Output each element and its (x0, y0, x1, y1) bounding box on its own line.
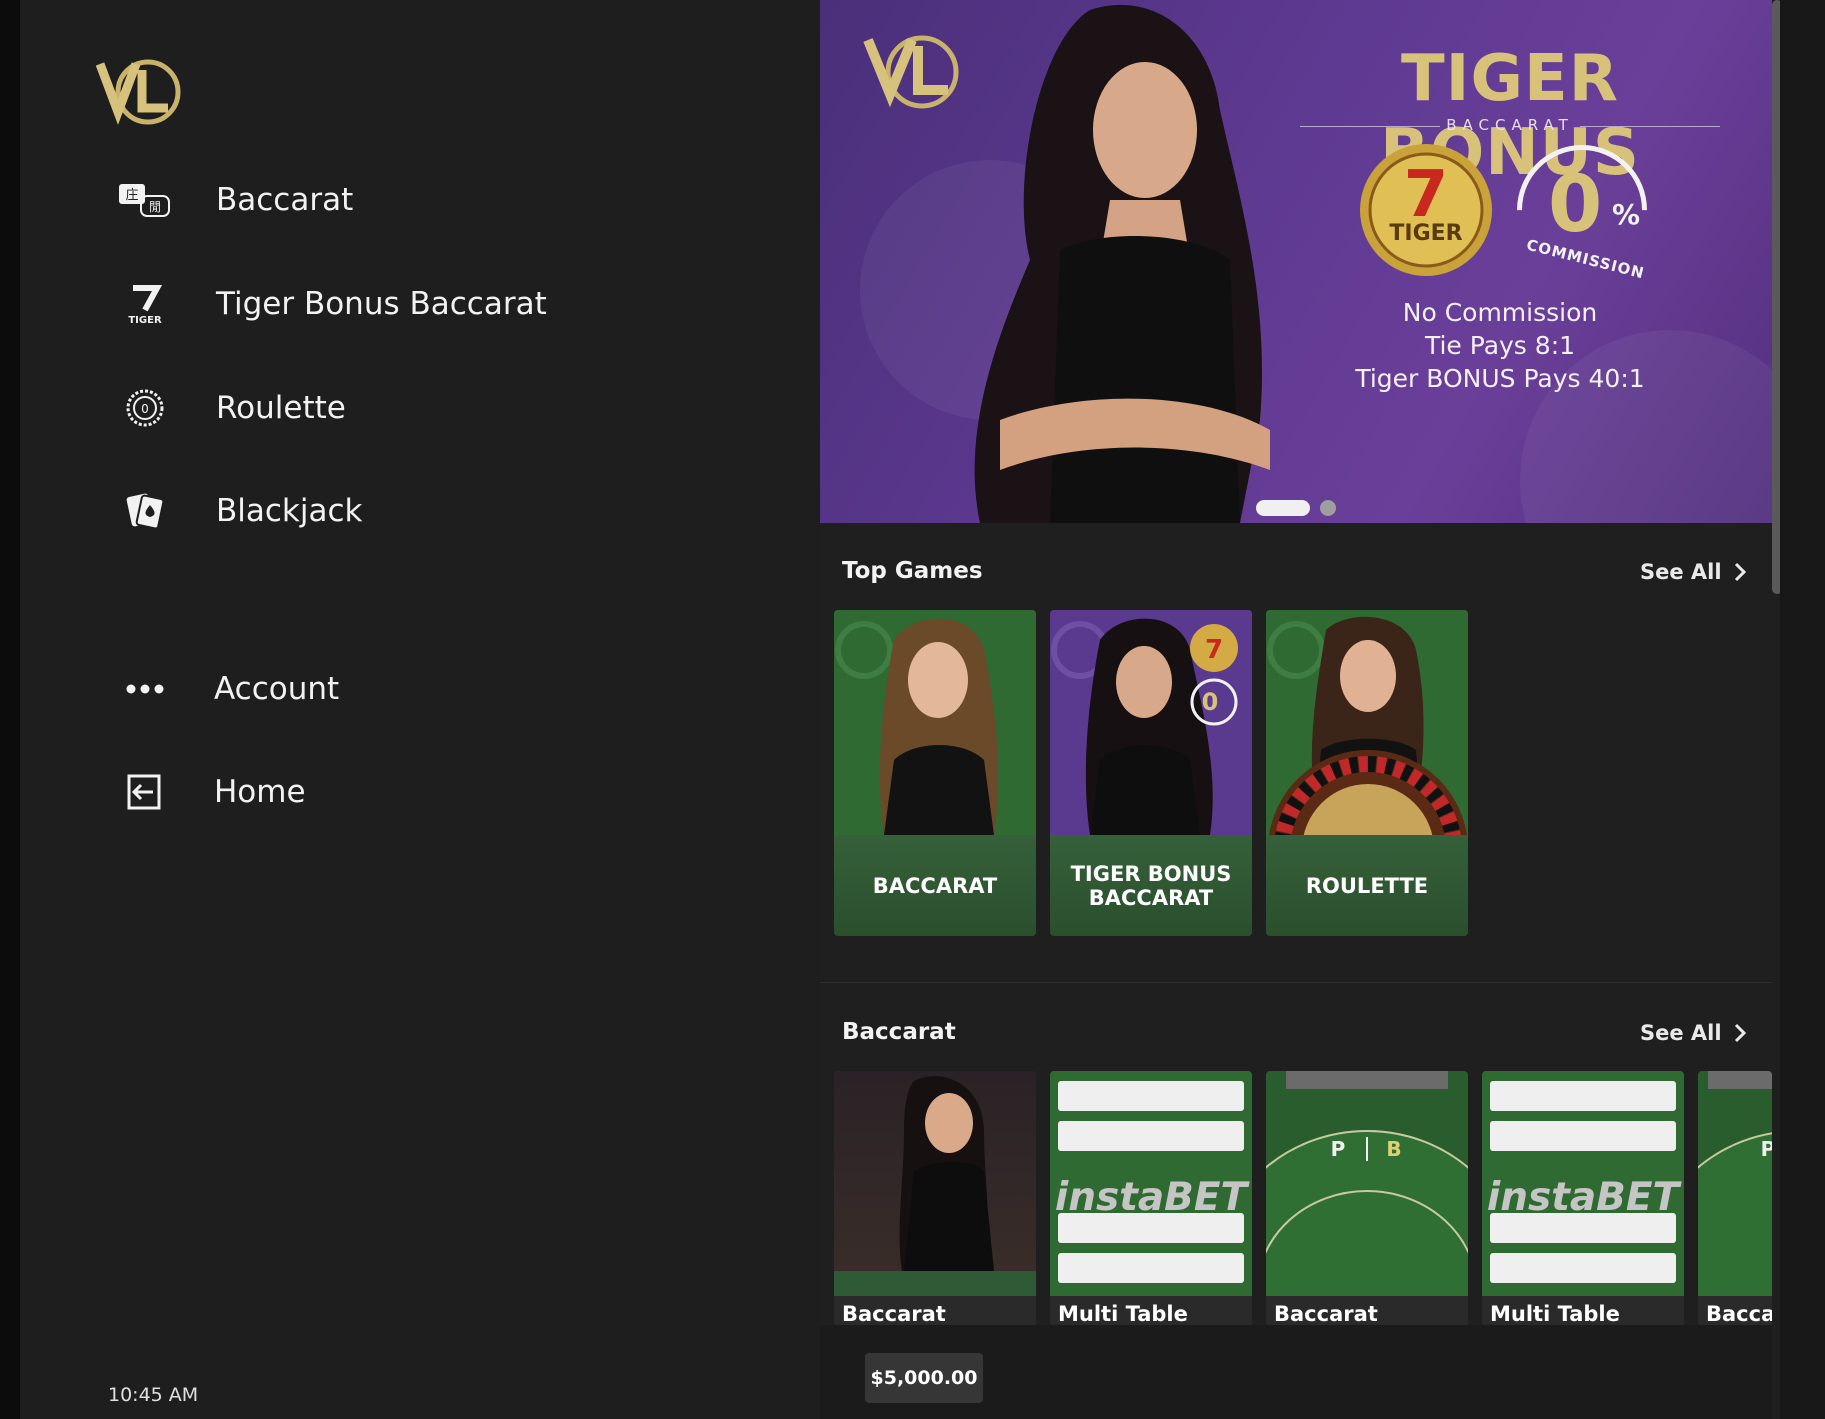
sidebar-item-label: Home (214, 774, 306, 810)
instabet-overlay: instaBET (1054, 1175, 1248, 1220)
baccarat-icon: 庄 閒 (110, 170, 180, 230)
svg-text:庄: 庄 (125, 187, 138, 203)
baccarat-card[interactable]: Baccarat (834, 1071, 1036, 1326)
dealer-image (974, 4, 1270, 523)
instabet-overlay: instaBET (1486, 1175, 1680, 1220)
baccarat-card[interactable]: P B Baccarat (1266, 1071, 1468, 1326)
card-image (1266, 610, 1468, 835)
card-label: Baccar (1706, 1302, 1772, 1326)
card-image (834, 1071, 1036, 1296)
multi-table-card[interactable]: instaBET Multi Table (1482, 1071, 1684, 1326)
road-strip (1058, 1121, 1244, 1151)
chevron-right-icon (1734, 1023, 1746, 1043)
sidebar-item-label: Roulette (216, 390, 346, 426)
svg-text:TIGER: TIGER (1389, 221, 1462, 246)
top-games-see-all-link[interactable]: See All (1640, 560, 1746, 584)
road-strip (1490, 1121, 1676, 1151)
sidebar-item-baccarat[interactable]: 庄 閒 Baccarat (110, 165, 353, 235)
sidebar: 庄 閒 Baccarat TIGER Tiger Bonus Baccarat … (20, 0, 820, 1419)
blackjack-icon (110, 481, 180, 541)
left-edge (0, 0, 20, 1419)
card-label: BACCARAT (834, 835, 1036, 936)
sidebar-item-label: Tiger Bonus Baccarat (216, 286, 547, 322)
carousel-dot[interactable] (1320, 500, 1336, 516)
card-label: TIGER BONUS BACCARAT (1050, 835, 1252, 936)
card-image: instaBET (1050, 1071, 1252, 1296)
card-label: Multi Table (1058, 1302, 1188, 1326)
top-game-card-tiger-bonus-baccarat[interactable]: 7 0 TIGER BONUS BACCARAT (1050, 610, 1252, 936)
chevron-right-icon (1734, 562, 1746, 582)
more-dots-icon (110, 659, 180, 719)
section-divider (820, 982, 1772, 983)
card-image (834, 610, 1036, 835)
multi-table-card[interactable]: instaBET Multi Table (1050, 1071, 1252, 1326)
tiger-icon: TIGER (110, 274, 180, 334)
sidebar-item-blackjack[interactable]: Blackjack (110, 476, 362, 546)
svg-text:0: 0 (141, 402, 149, 416)
exit-icon (110, 762, 180, 822)
top-game-card-roulette[interactable]: ROULETTE (1266, 610, 1468, 936)
see-all-label: See All (1640, 560, 1722, 584)
card-image: P (1698, 1071, 1772, 1296)
banner-logo (863, 35, 959, 109)
road-strip (1490, 1081, 1676, 1111)
svg-text:P: P (1331, 1137, 1346, 1161)
carousel-dots (1256, 500, 1336, 516)
svg-text:P: P (1761, 1137, 1772, 1161)
road-strip (1490, 1253, 1676, 1283)
sidebar-item-roulette[interactable]: 0 Roulette (110, 373, 346, 443)
card-image: 7 0 (1050, 610, 1252, 835)
baccarat-see-all-link[interactable]: See All (1640, 1021, 1746, 1045)
sidebar-item-label: Account (214, 671, 340, 707)
card-image: P B (1266, 1071, 1468, 1296)
card-label: ROULETTE (1266, 835, 1468, 936)
baccarat-card-partial[interactable]: P Baccar (1698, 1071, 1772, 1326)
carousel-dot-active[interactable] (1256, 500, 1310, 516)
svg-text:TIGER: TIGER (128, 315, 162, 326)
promo-line-1: No Commission (1402, 298, 1598, 327)
svg-text:0: 0 (1202, 688, 1219, 716)
tiger-bonus-badge: 7 TIGER (1360, 144, 1492, 276)
see-all-label: See All (1640, 1021, 1722, 1045)
sidebar-item-label: Baccarat (216, 182, 354, 218)
right-edge (1780, 0, 1825, 1419)
svg-text:7: 7 (1205, 635, 1223, 665)
promo-banner[interactable]: TIGER BONUS BACCARAT 7 TIGER 0 % COMMISS… (820, 0, 1772, 523)
sidebar-item-label: Blackjack (216, 493, 363, 529)
card-label: Baccarat (1274, 1302, 1378, 1326)
zero-commission-number: 0 (1548, 160, 1603, 250)
card-image: instaBET (1482, 1071, 1684, 1296)
balance-bar: $5,000.00 (820, 1325, 1772, 1419)
roulette-icon: 0 (110, 378, 180, 438)
card-label: Baccarat (842, 1302, 946, 1326)
sidebar-item-home[interactable]: Home (110, 757, 306, 827)
top-game-card-baccarat[interactable]: BACCARAT (834, 610, 1036, 936)
top-games-title: Top Games (842, 558, 983, 584)
svg-text:B: B (1386, 1137, 1401, 1161)
sidebar-item-tiger-bonus-baccarat[interactable]: TIGER Tiger Bonus Baccarat (110, 269, 547, 339)
vl-logo[interactable] (90, 52, 190, 132)
baccarat-section-title: Baccarat (842, 1019, 956, 1045)
road-strip (1058, 1253, 1244, 1283)
card-label: Multi Table (1490, 1302, 1620, 1326)
svg-text:閒: 閒 (149, 200, 161, 214)
scrollbar[interactable] (1772, 0, 1780, 594)
road-strip (1058, 1081, 1244, 1111)
main-content: TIGER BONUS BACCARAT 7 TIGER 0 % COMMISS… (820, 0, 1780, 1419)
banner-subtitle: BACCARAT (1280, 116, 1740, 134)
balance-button[interactable]: $5,000.00 (865, 1353, 983, 1403)
clock: 10:45 AM (108, 1384, 199, 1406)
promo-line-3: Tiger BONUS Pays 40:1 (1355, 364, 1645, 393)
promo-line-2: Tie Pays 8:1 (1424, 331, 1576, 360)
percent-sign: % (1612, 198, 1641, 231)
sidebar-item-account[interactable]: Account (110, 654, 339, 724)
